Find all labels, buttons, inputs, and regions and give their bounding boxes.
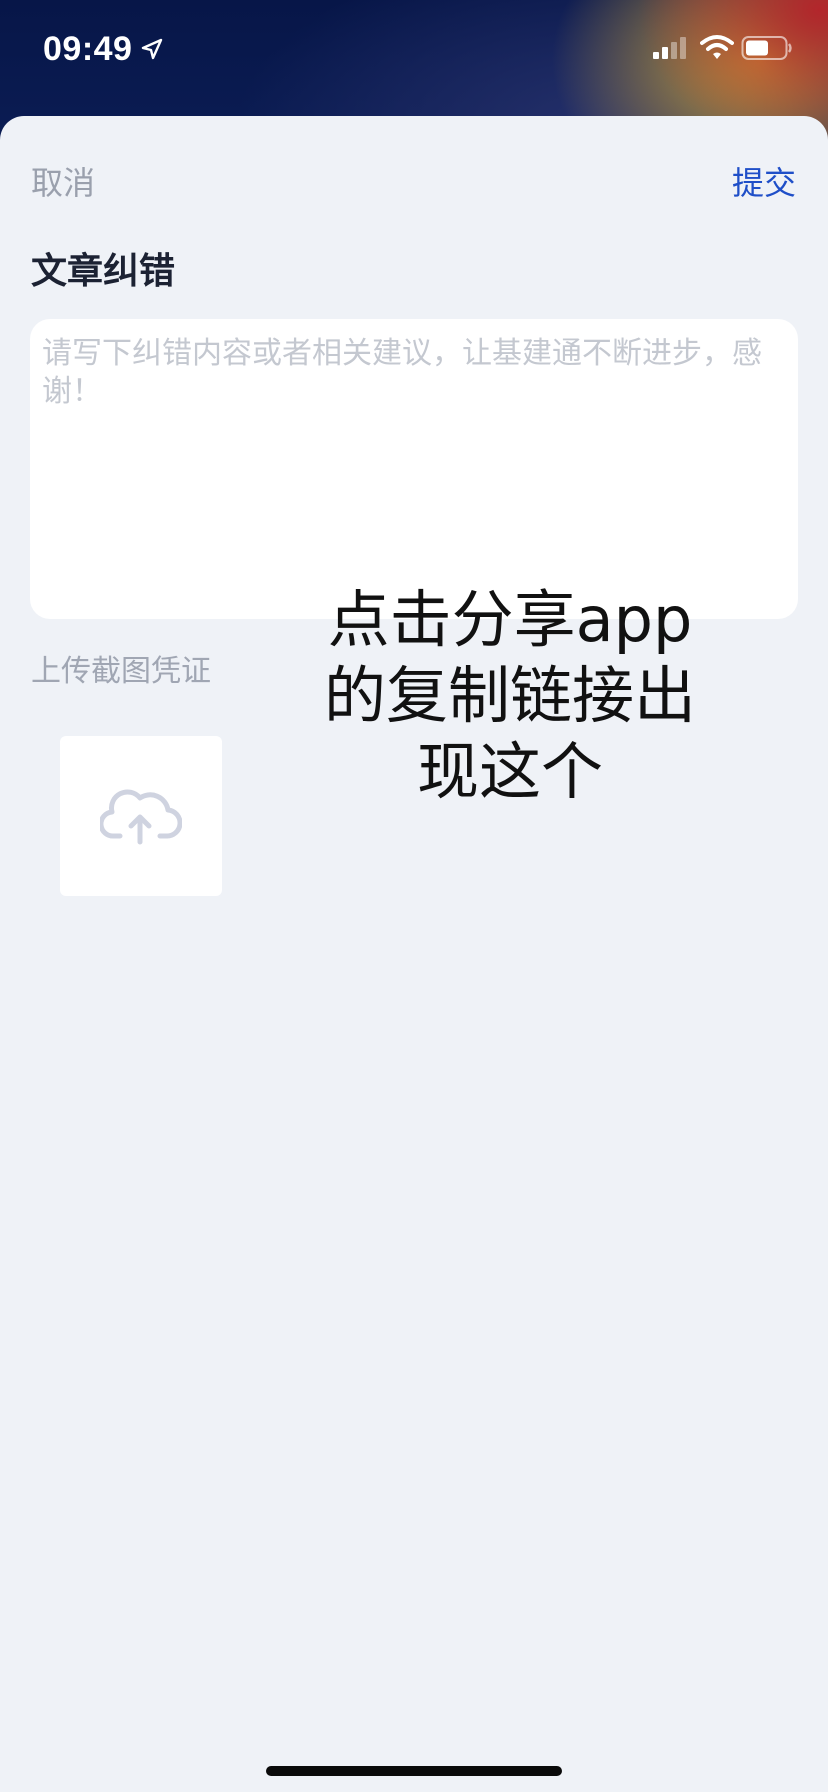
cellular-signal-icon (653, 37, 686, 59)
feedback-textarea[interactable] (30, 319, 798, 619)
home-indicator (266, 1766, 562, 1776)
page-title: 文章纠错 (31, 251, 176, 292)
status-bar: 09:49 (0, 0, 828, 100)
upload-screenshot-label: 上传截图凭证 (31, 654, 211, 689)
cancel-button[interactable]: 取消 (31, 158, 95, 204)
location-arrow-icon (141, 38, 163, 60)
feedback-sheet: 取消 提交 文章纠错 上传截图凭证 (0, 116, 828, 1792)
status-time: 09:49 (43, 30, 133, 68)
feedback-textarea-container (30, 319, 798, 619)
overlay-annotation-caption: 点击分享app 的复制链接出 现这个 (323, 583, 696, 808)
wifi-icon (700, 35, 734, 59)
battery-icon (741, 36, 792, 60)
submit-button[interactable]: 提交 (732, 158, 796, 204)
upload-screenshot-button[interactable] (60, 736, 222, 896)
cloud-upload-icon (100, 789, 182, 845)
